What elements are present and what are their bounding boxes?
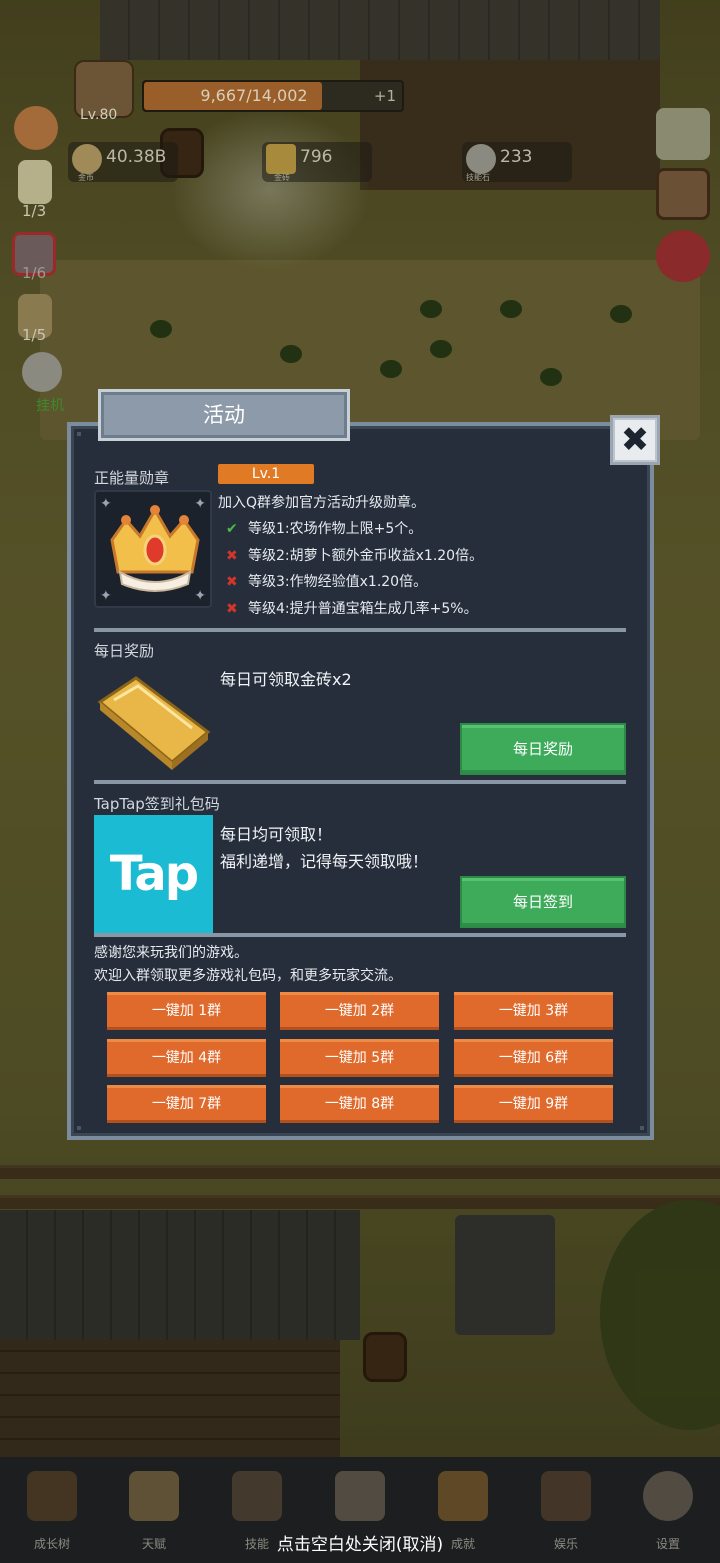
check-icon: ✔ (226, 521, 238, 537)
close-icon: ✖ (620, 420, 650, 460)
cross-icon: ✖ (226, 548, 238, 564)
key-icon[interactable] (22, 352, 62, 392)
section-divider (94, 933, 626, 937)
book-icon (27, 1471, 77, 1521)
join-group-4-button[interactable]: 一键加 4群 (107, 1039, 266, 1077)
join-group-2-button[interactable]: 一键加 2群 (280, 992, 439, 1030)
join-group-6-button[interactable]: 一键加 6群 (454, 1039, 613, 1077)
sword-icon[interactable] (656, 108, 710, 160)
treasure-chest-icon[interactable] (656, 168, 710, 220)
perk-row: ✖ 等级3:作物经验值x1.20倍。 (226, 574, 428, 590)
badge-section-title: 正能量勋章 (94, 469, 170, 487)
join-group-8-button[interactable]: 一键加 8群 (280, 1085, 439, 1123)
gold-coin-icon (72, 144, 102, 174)
taptap-line1: 每日均可领取！ (220, 825, 333, 844)
close-hint[interactable]: 点击空白处关闭(取消) (0, 1530, 720, 1555)
gold-brick-icon (266, 144, 296, 174)
crown-icon[interactable] (14, 106, 58, 150)
xp-text: 9,667/14,002 (200, 86, 308, 105)
close-button[interactable]: ✖ (610, 415, 660, 465)
xp-bar: 9,667/14,002 +1 (142, 80, 404, 112)
daily-reward-text: 每日可领取金砖x2 (220, 670, 352, 689)
daily-reward-button[interactable]: 每日奖励 (460, 723, 626, 775)
section-divider (94, 628, 626, 632)
scroll-icon (129, 1471, 179, 1521)
medal-frame: ✦ ✦ ✦ ✦ (94, 490, 212, 608)
drink-count: 1/5 (22, 326, 47, 344)
crown-medal-icon (110, 505, 200, 592)
join-group-9-button[interactable]: 一键加 9群 (454, 1085, 613, 1123)
thanks-line2: 欢迎入群领取更多游戏礼包码，和更多玩家交流。 (94, 968, 402, 984)
taptap-logo[interactable]: Tap (94, 815, 213, 933)
gold-label: 金币 (78, 173, 94, 182)
brick-value: 796 (300, 147, 333, 167)
perk-row: ✖ 等级4:提升普通宝箱生成几率+5%。 (226, 601, 478, 617)
candle-count: 1/3 (22, 202, 47, 220)
taptap-section-title: TapTap签到礼包码 (94, 795, 220, 813)
xp-bonus: +1 (373, 87, 396, 105)
modal-title: 活动 (98, 389, 350, 441)
gold-value: 40.38B (106, 147, 167, 167)
candle-icon[interactable] (18, 160, 52, 204)
badge-description: 加入Q群参加官方活动升级勋章。 (218, 495, 426, 511)
join-group-5-button[interactable]: 一键加 5群 (280, 1039, 439, 1077)
skill-stone-icon (466, 144, 496, 174)
brick-counter[interactable]: 796 金砖 (262, 142, 372, 182)
auto-idle-label: 挂机 (36, 398, 64, 414)
sword-icon (232, 1471, 282, 1521)
section-divider (94, 780, 626, 784)
gear-icon (643, 1471, 693, 1521)
join-group-1-button[interactable]: 一键加 1群 (107, 992, 266, 1030)
player-level: Lv.80 (80, 107, 118, 123)
heart-icon[interactable] (656, 230, 710, 282)
perk-row: ✖ 等级2:胡萝卜额外金币收益x1.20倍。 (226, 548, 484, 564)
map-icon (335, 1471, 385, 1521)
stone-counter[interactable]: 233 技能石 (462, 142, 572, 182)
daily-section-title: 每日奖励 (94, 642, 155, 660)
horn-icon (541, 1471, 591, 1521)
dice-count: 1/6 (22, 264, 47, 282)
gold-counter[interactable]: 40.38B 金币 (68, 142, 178, 182)
brick-label: 金砖 (274, 173, 290, 182)
daily-signin-button[interactable]: 每日签到 (460, 876, 626, 928)
stone-label: 技能石 (466, 173, 490, 182)
join-group-7-button[interactable]: 一键加 7群 (107, 1085, 266, 1123)
key-icon (438, 1471, 488, 1521)
gold-brick-icon (97, 676, 211, 770)
cross-icon: ✖ (226, 574, 238, 590)
badge-level: Lv.1 (218, 464, 314, 484)
thanks-line1: 感谢您来玩我们的游戏。 (94, 945, 248, 961)
cross-icon: ✖ (226, 601, 238, 617)
join-group-3-button[interactable]: 一键加 3群 (454, 992, 613, 1030)
taptap-line2: 福利递增，记得每天领取哦！ (220, 852, 429, 871)
perk-row: ✔ 等级1:农场作物上限+5个。 (226, 521, 423, 537)
stone-value: 233 (500, 147, 533, 167)
